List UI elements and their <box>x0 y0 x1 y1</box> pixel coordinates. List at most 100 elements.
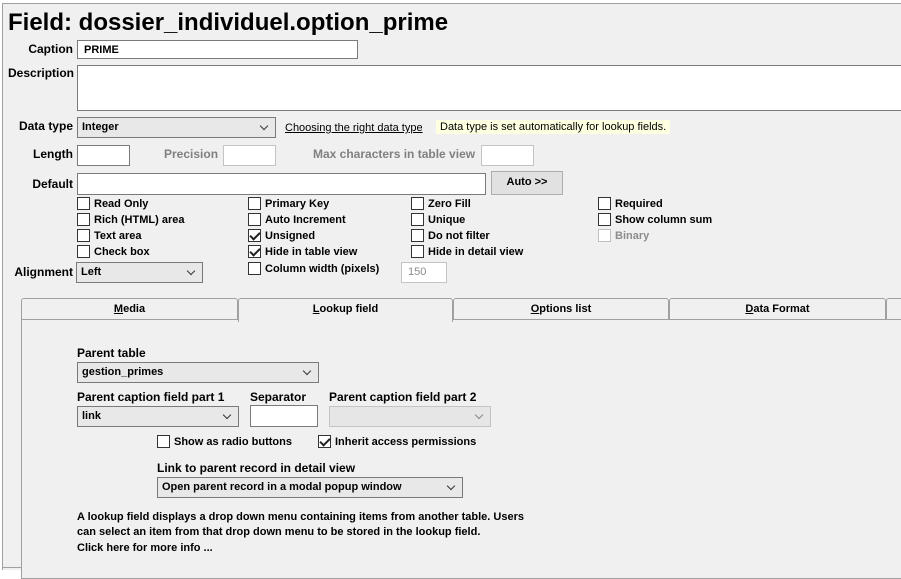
zero-fill-label: Zero Fill <box>428 197 471 210</box>
column-width-checkbox[interactable]: Column width (pixels) <box>248 262 379 275</box>
rich-html-checkbox[interactable]: Rich (HTML) area <box>77 213 184 226</box>
rich-html-label: Rich (HTML) area <box>94 213 185 226</box>
binary-checkbox[interactable]: Binary <box>598 229 649 242</box>
tab-overflow[interactable] <box>886 298 901 320</box>
auto-button[interactable]: Auto >> <box>491 171 563 195</box>
tab-lookup-field[interactable]: Lookup field <box>238 298 453 322</box>
length-label: Length <box>33 147 73 161</box>
alignment-value: Left <box>81 266 102 278</box>
text-area-checkbox[interactable]: Text area <box>77 229 142 242</box>
lookup-info-text: A lookup field displays a drop down menu… <box>77 510 637 556</box>
chevron-down-icon <box>474 410 484 420</box>
alignment-select[interactable]: Left <box>76 262 203 283</box>
checkbox-box <box>248 262 261 275</box>
caption-part2-label: Parent caption field part 2 <box>329 390 477 404</box>
checkbox-box <box>598 197 611 210</box>
required-label: Required <box>615 197 663 210</box>
hide-table-view-checkbox[interactable]: Hide in table view <box>248 245 357 258</box>
required-checkbox[interactable]: Required <box>598 197 663 210</box>
tab-label: ookup field <box>319 303 379 315</box>
separator-input[interactable] <box>250 405 318 427</box>
auto-increment-checkbox[interactable]: Auto Increment <box>248 213 346 226</box>
tab-data-format[interactable]: Data Format <box>669 298 886 320</box>
show-column-sum-label: Show column sum <box>615 213 713 226</box>
unique-checkbox[interactable]: Unique <box>411 213 465 226</box>
tab-options-list[interactable]: Options list <box>453 298 669 320</box>
primary-key-checkbox[interactable]: Primary Key <box>248 197 329 210</box>
link-parent-value: Open parent record in a modal popup wind… <box>162 481 402 493</box>
chevron-down-icon <box>186 266 196 276</box>
do-not-filter-label: Do not filter <box>428 229 490 242</box>
chevron-down-icon <box>259 121 269 131</box>
default-input[interactable] <box>77 173 486 195</box>
inherit-permissions-label: Inherit access permissions <box>335 435 477 448</box>
checkbox-box <box>248 213 261 226</box>
checkbox-box <box>248 197 261 210</box>
binary-label: Binary <box>615 229 650 242</box>
default-label: Default <box>32 177 73 191</box>
do-not-filter-checkbox[interactable]: Do not filter <box>411 229 490 242</box>
checkbox-box <box>77 213 90 226</box>
unsigned-label: Unsigned <box>265 229 316 242</box>
parent-table-value: gestion_primes <box>82 366 164 378</box>
caption-part1-label: Parent caption field part 1 <box>77 390 225 404</box>
tab-label: ptions list <box>539 303 592 315</box>
checkbox-box <box>77 229 90 242</box>
checkbox-box <box>77 197 90 210</box>
primary-key-label: Primary Key <box>265 197 330 210</box>
tab-accesskey: L <box>312 303 320 315</box>
checkbox-box <box>411 229 424 242</box>
page-title: Field: dossier_individuel.option_prime <box>8 9 449 36</box>
caption-part1-select[interactable]: link <box>77 406 239 427</box>
column-width-input[interactable]: 150 <box>401 262 447 283</box>
separator-label: Separator <box>250 390 307 404</box>
lookup-info-line1: A lookup field displays a drop down menu… <box>77 511 524 523</box>
parent-table-label: Parent table <box>77 346 146 360</box>
link-parent-select[interactable]: Open parent record in a modal popup wind… <box>157 477 463 498</box>
length-input[interactable] <box>77 145 130 166</box>
inherit-permissions-checkbox[interactable]: Inherit access permissions <box>318 435 476 448</box>
caption-label: Caption <box>28 42 73 56</box>
tab-label: edia <box>123 303 146 315</box>
chevron-down-icon <box>222 410 232 420</box>
read-only-checkbox[interactable]: Read Only <box>77 197 148 210</box>
max-chars-label: Max characters in table view <box>313 147 476 161</box>
max-chars-input[interactable] <box>481 145 534 166</box>
caption-part2-select[interactable] <box>329 406 491 427</box>
data-type-select[interactable]: Integer <box>77 117 276 138</box>
lookup-field-panel: Parent table gestion_primes Parent capti… <box>21 319 901 579</box>
tab-media[interactable]: Media <box>21 298 238 320</box>
tab-accesskey: M <box>113 303 124 315</box>
link-parent-label: Link to parent record in detail view <box>157 461 356 475</box>
caption-input[interactable]: PRIME <box>77 40 358 59</box>
checkbox-checked-icon <box>248 229 261 242</box>
checkbox-box <box>157 435 170 448</box>
checkbox-box <box>77 245 90 258</box>
auto-increment-label: Auto Increment <box>265 213 346 226</box>
data-type-value: Integer <box>82 121 119 133</box>
checkbox-box <box>598 229 611 242</box>
alignment-label: Alignment <box>14 265 73 279</box>
checkbox-checked-icon <box>248 245 261 258</box>
parent-table-select[interactable]: gestion_primes <box>77 362 319 383</box>
description-textarea[interactable] <box>77 65 901 111</box>
description-label: Description <box>8 66 75 80</box>
unsigned-checkbox[interactable]: Unsigned <box>248 229 315 242</box>
caption-part1-value: link <box>82 410 101 422</box>
check-box-checkbox[interactable]: Check box <box>77 245 150 258</box>
chevron-down-icon <box>446 481 456 491</box>
data-type-help-link[interactable]: Choosing the right data type <box>285 122 423 134</box>
radio-buttons-checkbox[interactable]: Show as radio buttons <box>157 435 292 448</box>
column-width-label: Column width (pixels) <box>265 262 380 275</box>
more-info-link[interactable]: Click here for more info ... <box>77 541 637 556</box>
data-type-hint: Data type is set automatically for looku… <box>436 120 671 134</box>
checkbox-box <box>411 245 424 258</box>
data-type-label: Data type <box>18 119 73 133</box>
text-area-label: Text area <box>94 229 142 242</box>
zero-fill-checkbox[interactable]: Zero Fill <box>411 197 471 210</box>
checkbox-box <box>411 197 424 210</box>
precision-input[interactable] <box>223 145 276 166</box>
show-column-sum-checkbox[interactable]: Show column sum <box>598 213 712 226</box>
read-only-label: Read Only <box>94 197 149 210</box>
hide-detail-view-checkbox[interactable]: Hide in detail view <box>411 245 523 258</box>
